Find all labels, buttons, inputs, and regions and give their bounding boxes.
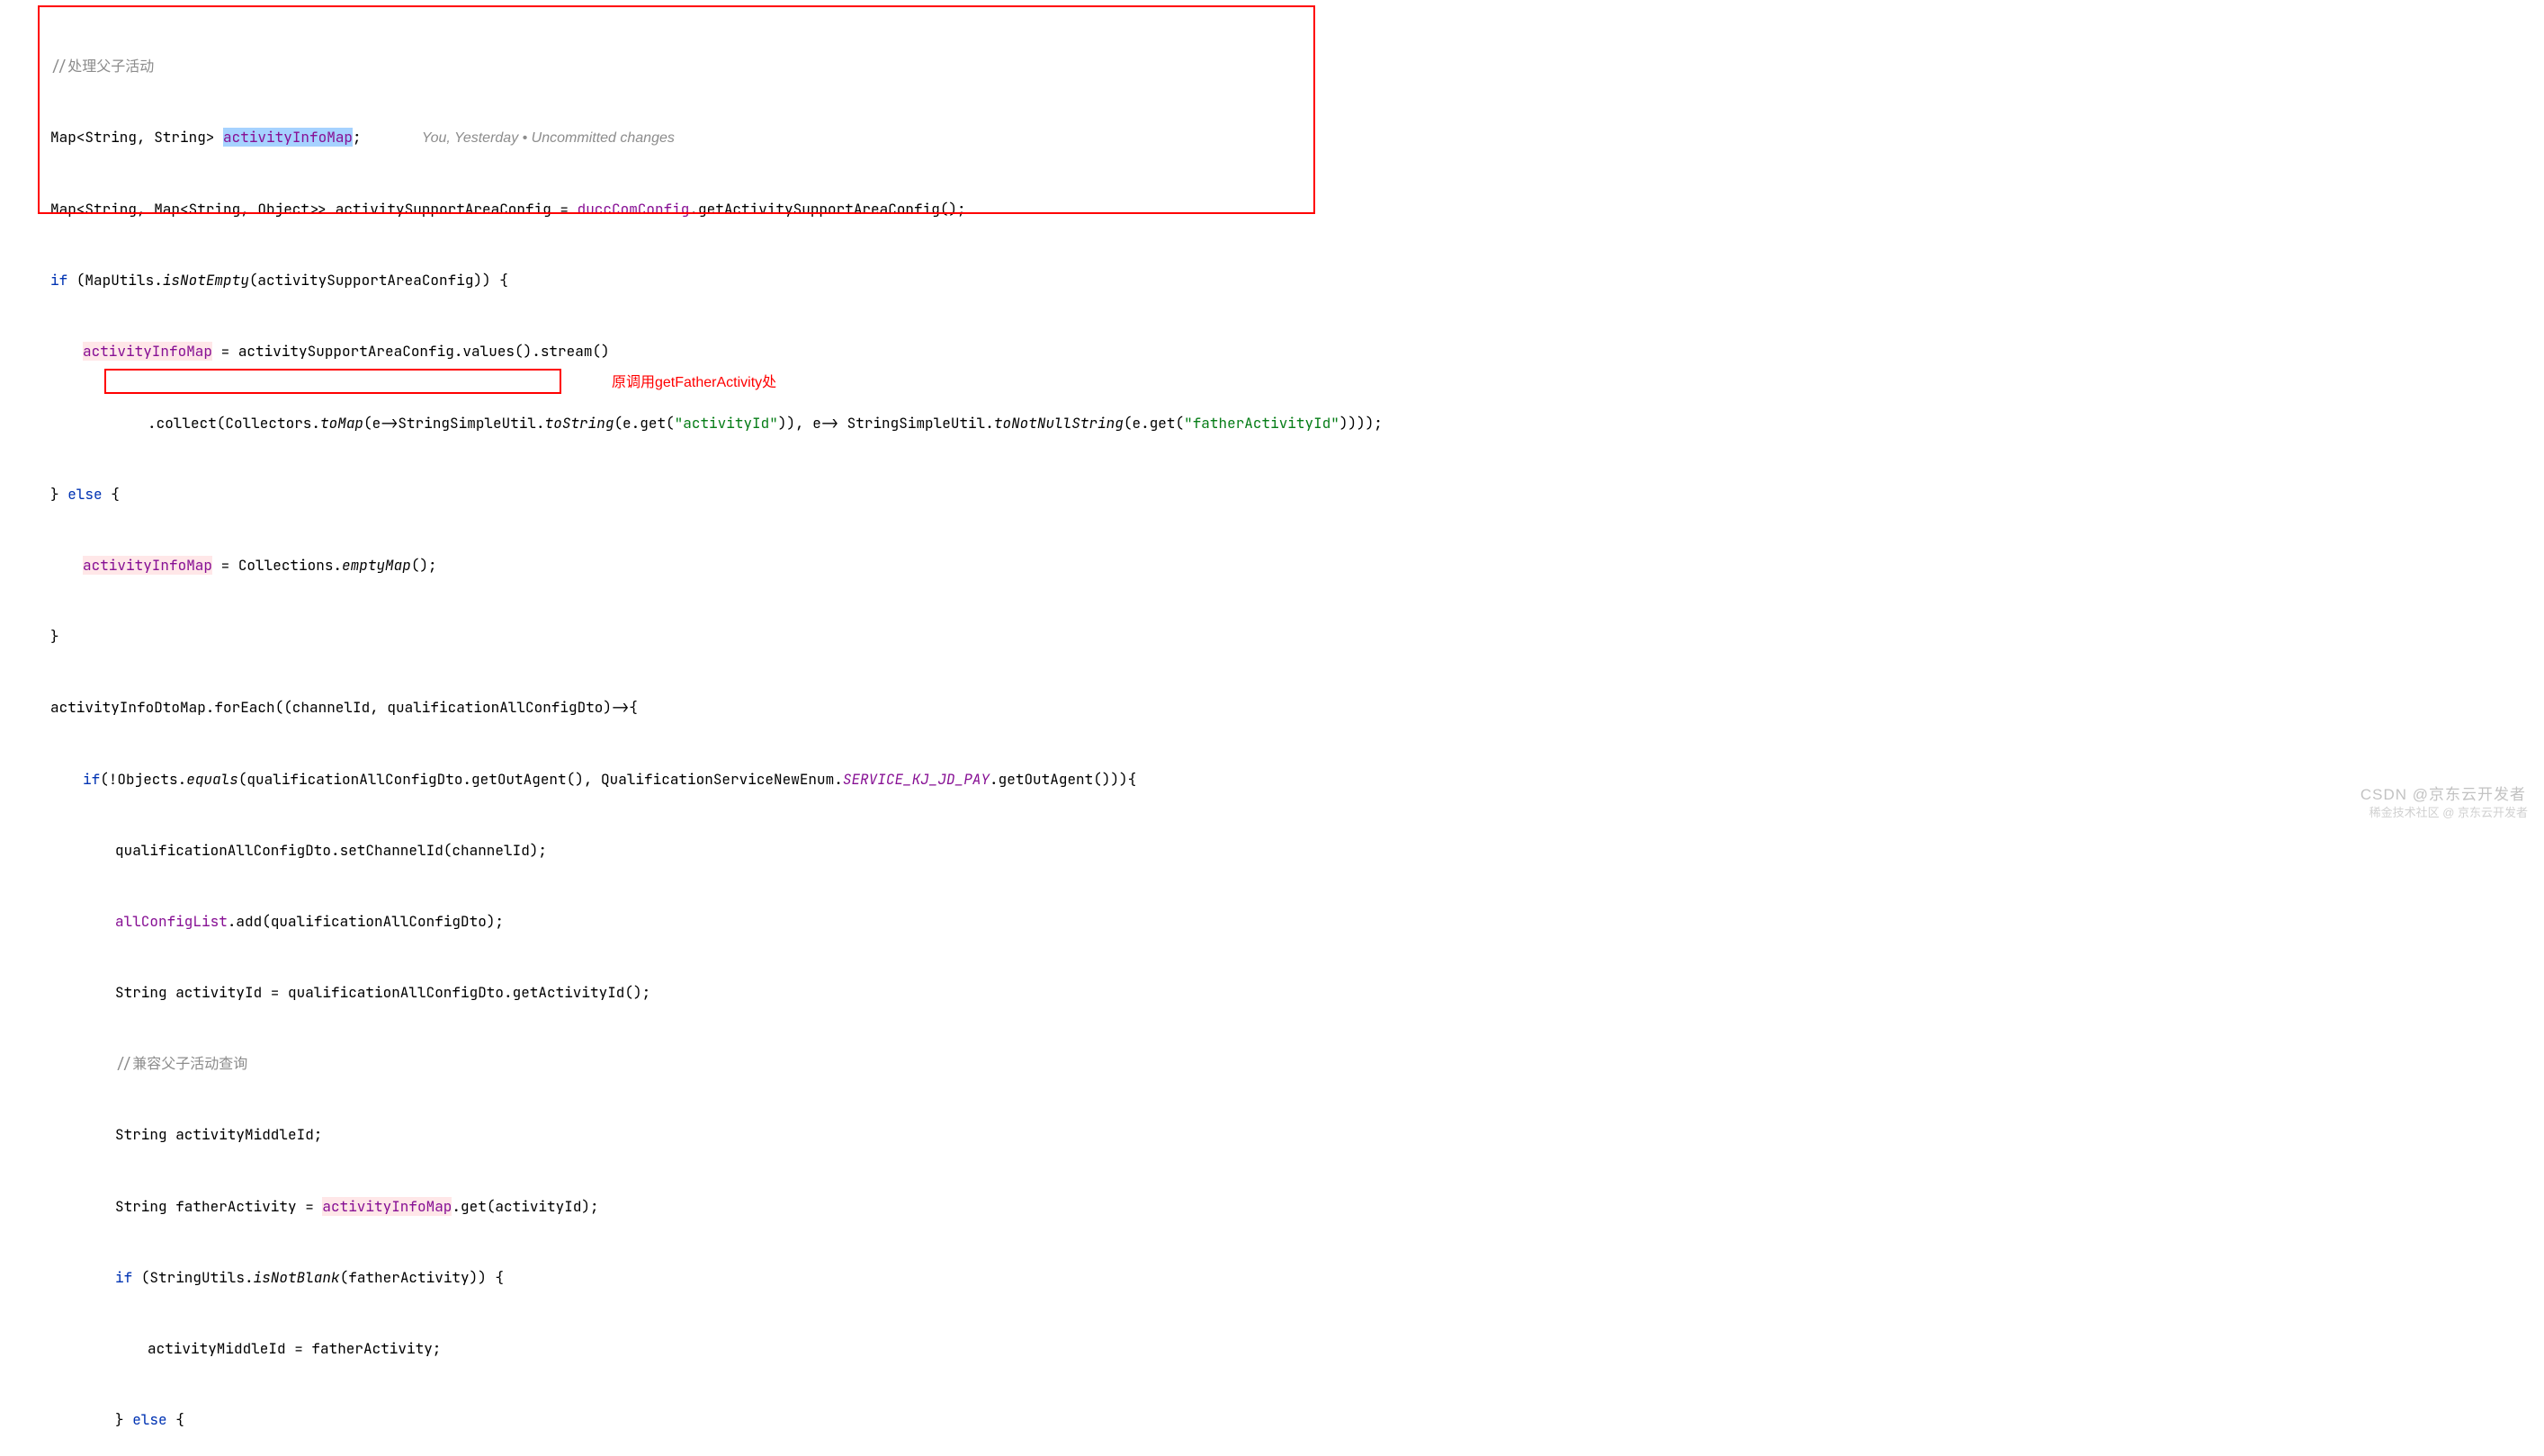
code-text: .getOutAgent())){ bbox=[990, 770, 1136, 789]
code-text: )), e-> StringSimpleUtil. bbox=[778, 414, 994, 433]
keyword: else bbox=[132, 1410, 166, 1429]
code-line[interactable]: activityInfoMap = Collections.emptyMap()… bbox=[0, 554, 2544, 577]
code-text: .getActivitySupportAreaConfig(); bbox=[689, 200, 965, 219]
code-text: String activityMiddleId; bbox=[115, 1125, 322, 1144]
static-method: isNotEmpty bbox=[163, 271, 249, 290]
keyword: if bbox=[50, 271, 67, 290]
code-line[interactable]: if (MapUtils.isNotEmpty(activitySupportA… bbox=[0, 269, 2544, 292]
field-ref: duccComConfig bbox=[578, 200, 690, 219]
code-line[interactable]: } else { bbox=[0, 1408, 2544, 1432]
code-line[interactable]: String activityMiddleId; bbox=[0, 1123, 2544, 1147]
code-text: String fatherActivity = bbox=[115, 1197, 322, 1216]
code-text: ; bbox=[353, 128, 362, 147]
code-editor[interactable]: //处理父子活动 Map<String, String> activityInf… bbox=[0, 7, 2544, 1456]
code-line[interactable]: String fatherActivity = activityInfoMap.… bbox=[0, 1195, 2544, 1219]
string-literal: "fatherActivityId" bbox=[1184, 414, 1339, 433]
static-method: isNotBlank bbox=[254, 1268, 340, 1287]
field-ref: allConfigList bbox=[115, 912, 228, 931]
code-line[interactable]: if(!Objects.equals(qualificationAllConfi… bbox=[0, 768, 2544, 791]
code-text: (e.get( bbox=[614, 414, 674, 433]
code-text: activityInfoDtoMap.forEach((channelId, q… bbox=[50, 698, 638, 717]
code-line[interactable]: Map<String, String> activityInfoMap; You… bbox=[0, 126, 2544, 150]
code-text: (); bbox=[411, 556, 437, 575]
code-line[interactable]: activityInfoDtoMap.forEach((channelId, q… bbox=[0, 696, 2544, 719]
code-text: Map<String, String> bbox=[50, 128, 223, 147]
code-text: )))); bbox=[1339, 414, 1383, 433]
code-text: { bbox=[103, 485, 120, 504]
code-text: .collect(Collectors. bbox=[148, 414, 320, 433]
keyword: if bbox=[115, 1268, 132, 1287]
code-text: (e.get( bbox=[1124, 414, 1184, 433]
enum-constant: SERVICE_KJ_JD_PAY bbox=[843, 770, 990, 789]
string-literal: "activityId" bbox=[675, 414, 778, 433]
code-line[interactable]: .collect(Collectors.toMap(e->StringSimpl… bbox=[0, 412, 2544, 435]
code-text: (!Objects. bbox=[100, 770, 186, 789]
annotation-text: 原调用getFatherActivity处 bbox=[612, 371, 776, 395]
code-line[interactable]: } else { bbox=[0, 483, 2544, 506]
variable-usage: activityInfoMap bbox=[83, 342, 212, 361]
code-text: qualificationAllConfigDto.setChannelId(c… bbox=[115, 841, 547, 860]
code-text: (StringUtils. bbox=[132, 1268, 253, 1287]
code-text: .get(activityId); bbox=[452, 1197, 598, 1216]
code-text: { bbox=[167, 1410, 184, 1429]
static-method: toMap bbox=[320, 414, 363, 433]
code-line[interactable]: //处理父子活动 bbox=[0, 55, 2544, 78]
code-line[interactable]: Map<String, Map<String, Object>> activit… bbox=[0, 198, 2544, 221]
code-line[interactable]: activityMiddleId = fatherActivity; bbox=[0, 1337, 2544, 1361]
code-text: (fatherActivity)) { bbox=[340, 1268, 504, 1287]
code-text: .add(qualificationAllConfigDto); bbox=[228, 912, 504, 931]
static-method: toString bbox=[545, 414, 614, 433]
code-text: String activityId = qualificationAllConf… bbox=[115, 983, 650, 1002]
code-line[interactable]: String activityId = qualificationAllConf… bbox=[0, 981, 2544, 1005]
code-text: (MapUtils. bbox=[67, 271, 163, 290]
code-text: activityMiddleId = fatherActivity; bbox=[148, 1339, 441, 1358]
code-line[interactable]: activityInfoMap = activitySupportAreaCon… bbox=[0, 340, 2544, 363]
keyword: if bbox=[83, 770, 100, 789]
comment: //兼容父子活动查询 bbox=[115, 1054, 247, 1073]
git-blame-hint: You, Yesterday • Uncommitted changes bbox=[422, 130, 675, 146]
code-text: (qualificationAllConfigDto.getOutAgent()… bbox=[238, 770, 843, 789]
code-text: } bbox=[50, 485, 67, 504]
keyword: else bbox=[67, 485, 102, 504]
code-text: Map<String, Map<String, Object>> activit… bbox=[50, 200, 578, 219]
code-text: } bbox=[50, 627, 59, 646]
code-line[interactable]: //兼容父子活动查询 bbox=[0, 1052, 2544, 1076]
variable-usage: activityInfoMap bbox=[322, 1197, 452, 1216]
code-text: = Collections. bbox=[212, 556, 342, 575]
code-line[interactable]: if (StringUtils.isNotBlank(fatherActivit… bbox=[0, 1266, 2544, 1290]
code-text: (activitySupportAreaConfig)) { bbox=[249, 271, 508, 290]
watermark-secondary: 稀金技术社区 @ 京东云开发者 bbox=[2369, 803, 2528, 822]
code-line[interactable]: } bbox=[0, 625, 2544, 648]
static-method: emptyMap bbox=[342, 556, 411, 575]
code-line[interactable]: qualificationAllConfigDto.setChannelId(c… bbox=[0, 839, 2544, 862]
variable-usage: activityInfoMap bbox=[83, 556, 212, 575]
static-method: toNotNullString bbox=[994, 414, 1124, 433]
code-text: = activitySupportAreaConfig.values().str… bbox=[212, 342, 610, 361]
code-text: } bbox=[115, 1410, 132, 1429]
comment: //处理父子活动 bbox=[50, 57, 154, 76]
code-line[interactable]: allConfigList.add(qualificationAllConfig… bbox=[0, 910, 2544, 933]
static-method: equals bbox=[186, 770, 238, 789]
code-text: (e->StringSimpleUtil. bbox=[363, 414, 545, 433]
selected-variable[interactable]: activityInfoMap bbox=[223, 128, 353, 147]
